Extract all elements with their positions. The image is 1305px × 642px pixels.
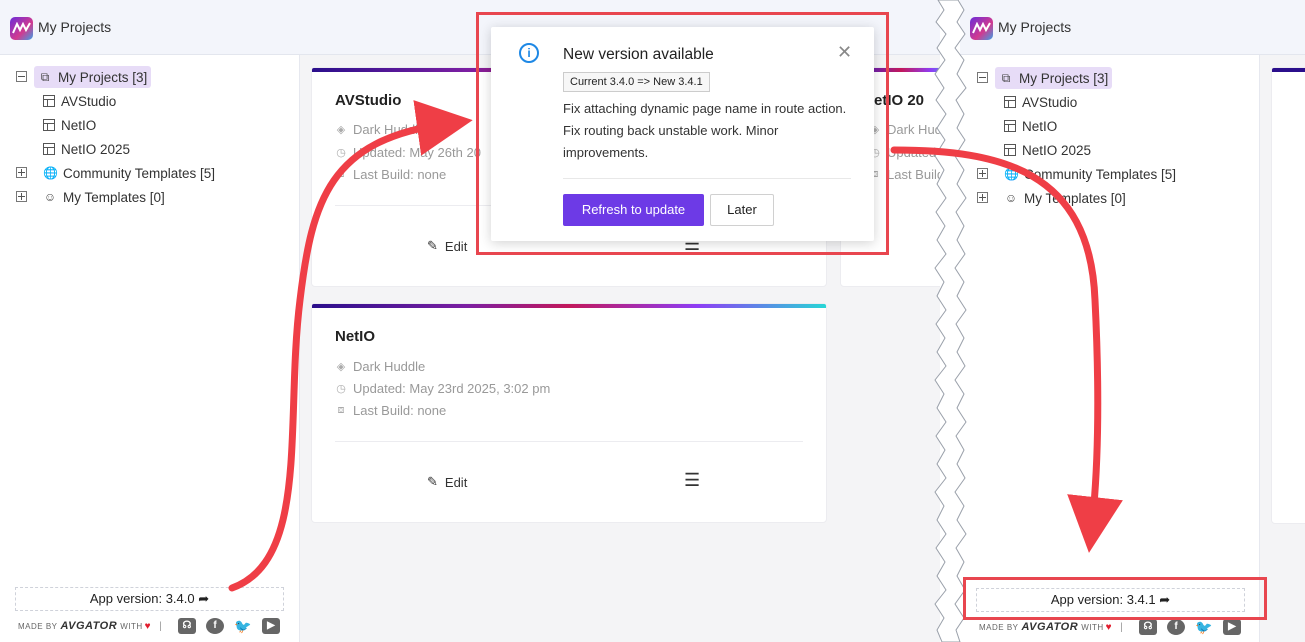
annotation-arrows	[228, 100, 1123, 592]
arrow-to-new-version	[890, 146, 1123, 553]
arrow-to-popup	[228, 100, 473, 592]
